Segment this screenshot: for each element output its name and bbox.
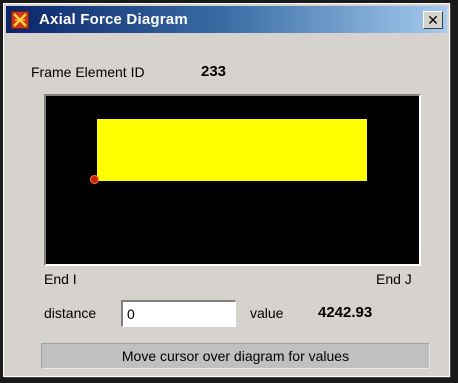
- status-bar: Move cursor over diagram for values: [41, 343, 430, 369]
- distance-label: distance: [44, 305, 97, 321]
- axial-force-diagram[interactable]: [44, 94, 421, 266]
- end-i-label: End I: [44, 271, 77, 287]
- end-j-label: End J: [376, 271, 412, 287]
- frame-element-id-label: Frame Element ID: [31, 64, 145, 80]
- title-bar[interactable]: Axial Force Diagram ✕: [6, 6, 447, 33]
- end-i-marker: [90, 175, 99, 184]
- frame-element-id-value: 233: [201, 63, 227, 80]
- close-button[interactable]: ✕: [423, 11, 443, 29]
- axial-force-bar: [97, 119, 367, 181]
- status-text: Move cursor over diagram for values: [121, 348, 350, 364]
- close-icon: ✕: [427, 12, 439, 28]
- axial-force-dialog: Axial Force Diagram ✕ Frame Element ID 2…: [3, 3, 450, 377]
- distance-input[interactable]: [121, 300, 236, 327]
- app-icon: [11, 10, 29, 29]
- value-readout: 4242.93: [318, 304, 373, 321]
- window-title: Axial Force Diagram: [39, 11, 188, 28]
- value-label: value: [250, 305, 284, 321]
